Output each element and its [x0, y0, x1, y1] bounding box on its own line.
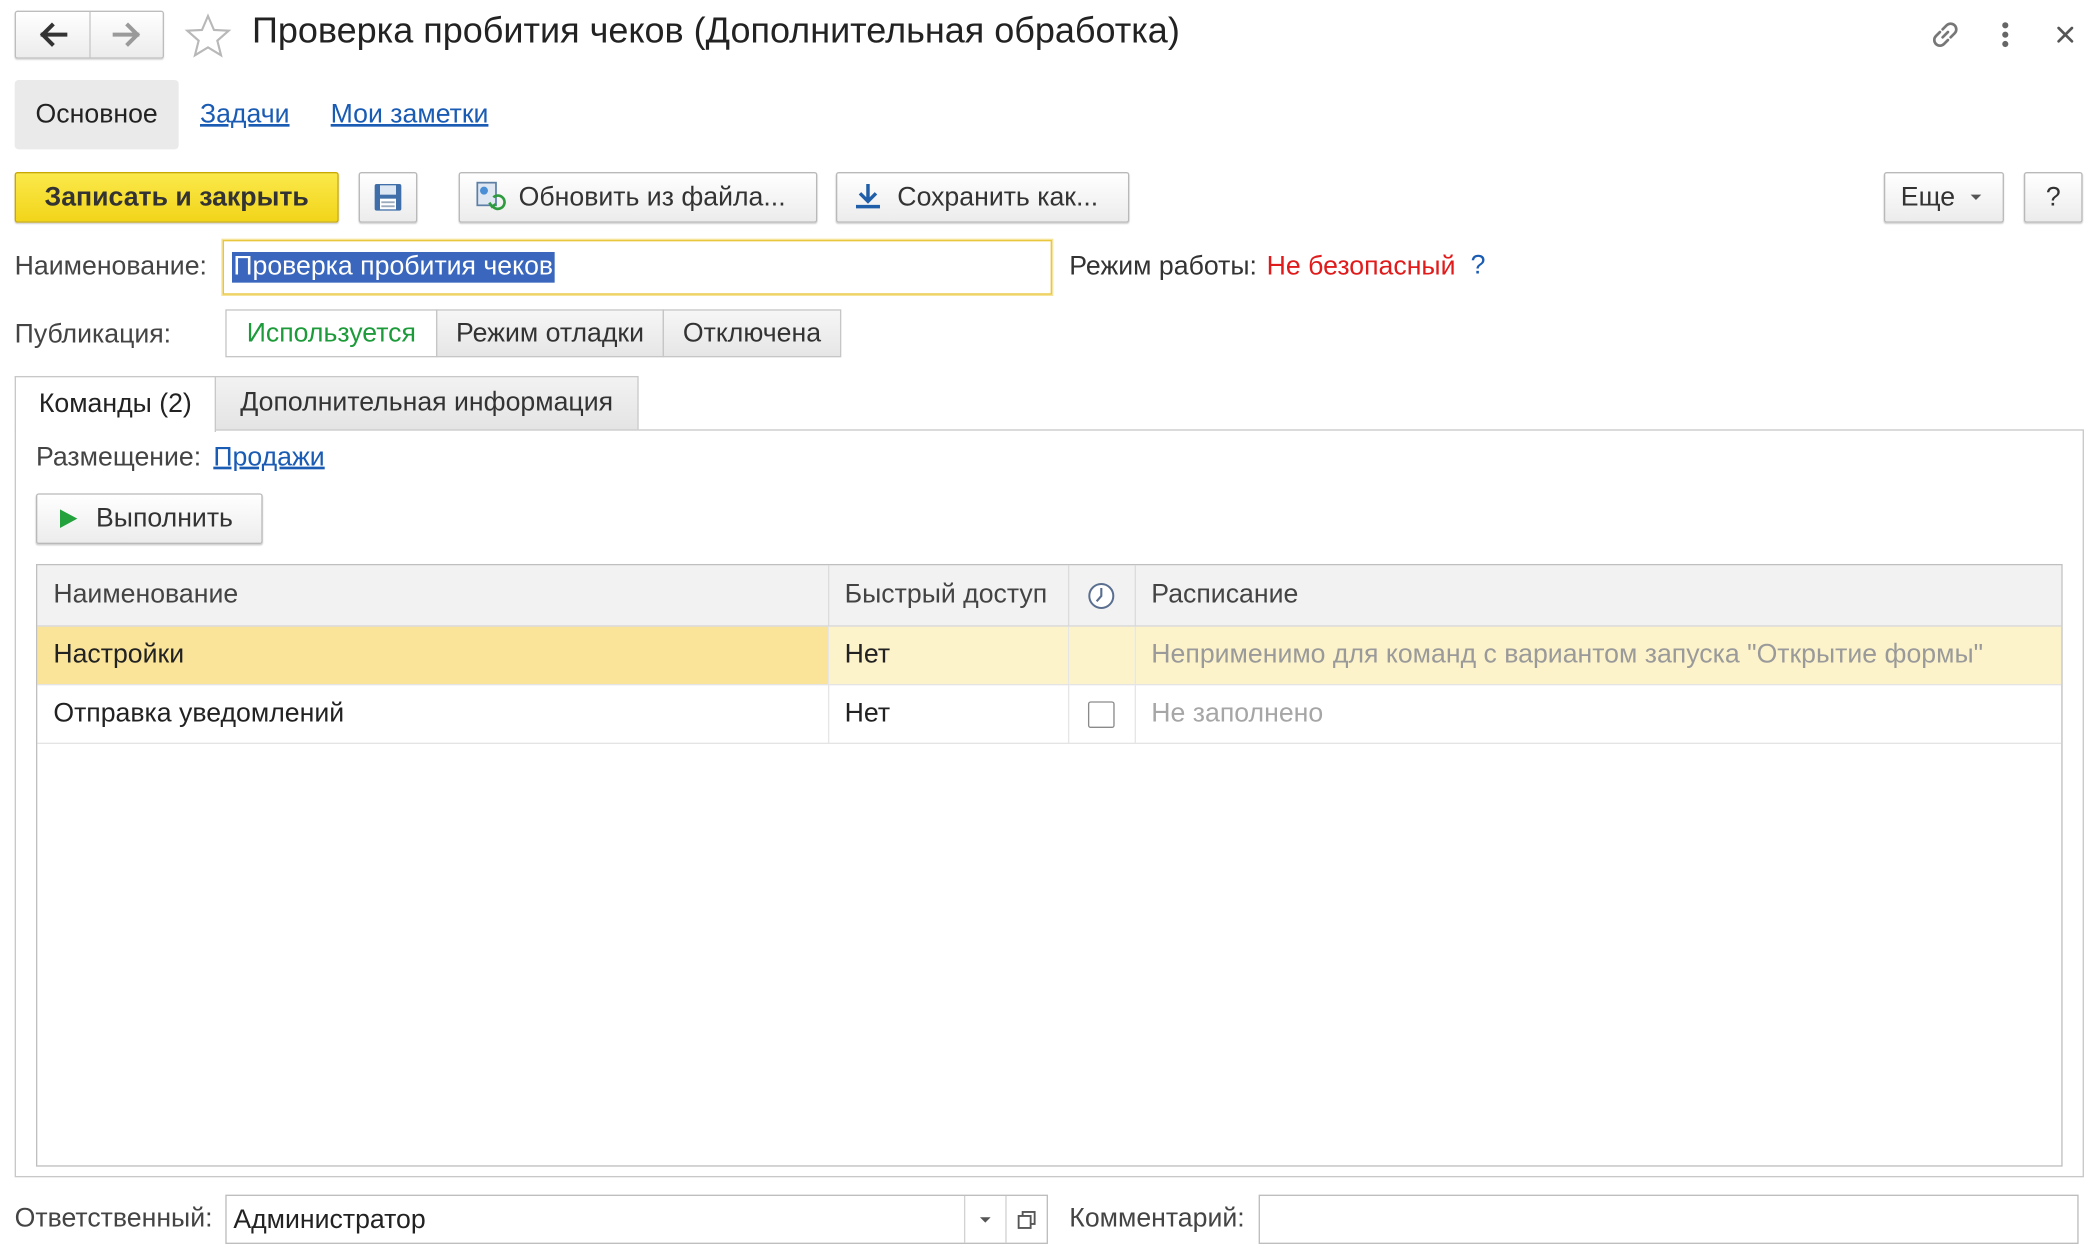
- comment-input[interactable]: [1258, 1194, 2079, 1244]
- responsible-field[interactable]: Администратор: [225, 1194, 1048, 1244]
- row-name-cell[interactable]: Настройки: [37, 625, 829, 686]
- back-button[interactable]: [16, 11, 91, 58]
- tab-main-label: Основное: [35, 99, 158, 129]
- name-input-value: Проверка пробития чеков: [231, 251, 555, 283]
- tab-commands[interactable]: Команды (2): [14, 375, 216, 432]
- run-button[interactable]: Выполнить: [35, 493, 263, 544]
- row-schedule-cell[interactable]: Неприменимо для команд с вариантом запус…: [1134, 625, 2062, 686]
- nav-button-group: [14, 10, 166, 59]
- arrow-right-icon: [112, 22, 141, 47]
- placement-label: Размещение:: [35, 442, 202, 472]
- more-button[interactable]: Еще: [1883, 171, 2004, 223]
- name-input[interactable]: Проверка пробития чеков: [222, 239, 1052, 295]
- download-icon: [855, 183, 880, 209]
- comment-label: Комментарий:: [1069, 1203, 1245, 1234]
- play-icon: [59, 509, 78, 528]
- tab-tasks[interactable]: Задачи: [200, 100, 290, 131]
- tab-main[interactable]: Основное: [14, 79, 179, 150]
- save-button[interactable]: [358, 171, 418, 223]
- more-label: Еще: [1900, 181, 1956, 212]
- row-scheduled-cell[interactable]: [1067, 625, 1136, 686]
- publication-option-disabled[interactable]: Отключена: [662, 309, 842, 358]
- floppy-disk-icon: [374, 183, 402, 211]
- forward-button[interactable]: [91, 12, 166, 57]
- open-window-icon: [1017, 1210, 1036, 1229]
- table-row[interactable]: Отправка уведомлений Нет Не заполнено: [37, 684, 2062, 744]
- publication-option-used[interactable]: Используется: [225, 309, 438, 358]
- publication-switch: Используется Режим отладки Отключена: [225, 309, 842, 358]
- save-as-label: Сохранить как...: [897, 181, 1099, 212]
- help-button[interactable]: ?: [2023, 171, 2083, 223]
- responsible-label: Ответственный:: [14, 1203, 213, 1234]
- update-from-file-icon: [476, 181, 506, 211]
- scheduled-checkbox[interactable]: [1087, 700, 1115, 728]
- column-header-schedule[interactable]: Расписание: [1134, 565, 2062, 627]
- row-scheduled-cell[interactable]: [1067, 684, 1136, 744]
- update-from-file-label: Обновить из файла...: [518, 181, 786, 212]
- table-row[interactable]: Настройки Нет Неприменимо для команд с в…: [37, 625, 2062, 686]
- arrow-left-icon: [39, 22, 68, 47]
- responsible-value: Администратор: [233, 1205, 426, 1235]
- row-name-cell[interactable]: Отправка уведомлений: [37, 684, 829, 744]
- tab-additional-info-label: Дополнительная информация: [240, 387, 614, 418]
- save-and-close-button[interactable]: Записать и закрыть: [14, 171, 339, 223]
- placement-link[interactable]: Продажи: [213, 443, 324, 474]
- tab-additional-info[interactable]: Дополнительная информация: [214, 375, 639, 431]
- publication-option-debug[interactable]: Режим отладки: [435, 309, 664, 358]
- chevron-down-icon: [979, 1216, 991, 1222]
- column-header-quick-access[interactable]: Быстрый доступ: [827, 565, 1069, 627]
- mode-label: Режим работы:: [1069, 251, 1257, 282]
- publication-label: Публикация:: [14, 319, 172, 350]
- column-header-name[interactable]: Наименование: [37, 565, 829, 627]
- mode-help-link[interactable]: ?: [1471, 251, 1486, 282]
- table-header: Наименование Быстрый доступ Расписание: [37, 565, 2062, 627]
- more-vertical-icon[interactable]: [1989, 16, 2021, 53]
- row-schedule-cell[interactable]: Не заполнено: [1134, 684, 2062, 744]
- link-icon[interactable]: [1925, 16, 1965, 53]
- run-label: Выполнить: [95, 503, 233, 533]
- name-label: Наименование:: [14, 251, 207, 282]
- update-from-file-button[interactable]: Обновить из файла...: [458, 171, 818, 223]
- window-title: Проверка пробития чеков (Дополнительная …: [251, 10, 1180, 51]
- responsible-open-button[interactable]: [1005, 1195, 1046, 1243]
- save-as-button[interactable]: Сохранить как...: [835, 171, 1130, 223]
- clock-icon: [1088, 582, 1115, 609]
- chevron-down-icon: [1971, 194, 1982, 200]
- responsible-dropdown-button[interactable]: [963, 1195, 1005, 1243]
- column-header-scheduled[interactable]: [1067, 565, 1136, 627]
- close-icon[interactable]: [2048, 17, 2083, 52]
- row-quick-access-cell[interactable]: Нет: [827, 625, 1069, 686]
- favorite-star-icon[interactable]: [183, 12, 234, 60]
- help-label: ?: [2045, 181, 2061, 212]
- tab-my-notes[interactable]: Мои заметки: [331, 100, 489, 131]
- save-and-close-label: Записать и закрыть: [44, 181, 309, 212]
- commands-table: Наименование Быстрый доступ Расписание Н…: [35, 563, 2063, 1167]
- row-quick-access-cell[interactable]: Нет: [827, 684, 1069, 744]
- tab-commands-label: Команды (2): [38, 389, 192, 419]
- mode-value: Не безопасный: [1266, 251, 1456, 282]
